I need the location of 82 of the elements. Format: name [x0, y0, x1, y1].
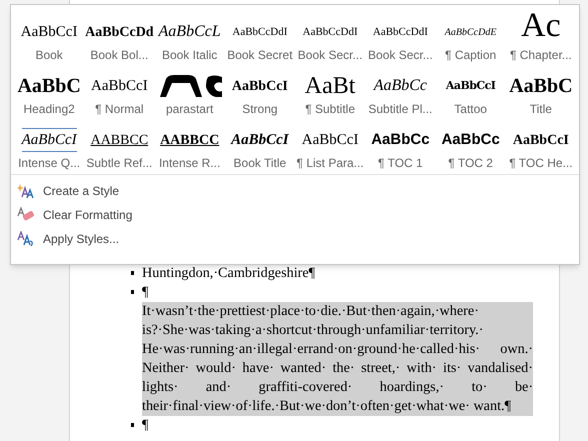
- style-name: Intense R...: [158, 155, 220, 171]
- style-name: Tattoo: [454, 101, 487, 117]
- style-name: ¶ Caption: [445, 47, 496, 63]
- style-preview: AaBbCcI: [446, 78, 496, 94]
- style-preview: AaBbCc: [371, 130, 430, 150]
- style-preview: AaBbC: [17, 74, 81, 99]
- style-preview: AaBbCcI: [91, 76, 148, 96]
- style-tile[interactable]: AaBbCcDdI Book Secret: [224, 11, 295, 65]
- style-tile[interactable]: AaBbCcI Book: [14, 11, 84, 65]
- style-sparkle-icon: [17, 183, 35, 199]
- style-tile[interactable]: AABBCC Intense R...: [154, 119, 225, 173]
- paragraph: Huntingdon,·Cambridgeshire¶: [142, 264, 316, 283]
- style-preview: AABBCC: [90, 132, 148, 150]
- style-name: Book Bol...: [90, 47, 148, 63]
- style-name: ¶ Subtitle: [305, 101, 356, 117]
- style-tile[interactable]: AaBbCcDdI Book Secr...: [365, 11, 436, 65]
- style-tile[interactable]: AaBbCc ¶ TOC 1: [365, 119, 436, 173]
- style-tile[interactable]: AaBbCcI Book Title: [224, 119, 295, 173]
- style-preview: Ac: [521, 13, 561, 39]
- style-tile[interactable]: AaBt ¶ Subtitle: [295, 65, 366, 119]
- style-preview: AaBbCc: [374, 76, 428, 96]
- style-tile[interactable]: AaBbCc Subtitle Pl...: [365, 65, 436, 119]
- style-tile[interactable]: AaBbCcI Strong: [224, 65, 295, 119]
- style-name: ¶ Chapter...: [510, 47, 572, 63]
- style-name: Intense Q...: [18, 155, 80, 171]
- style-name: ¶ TOC He...: [509, 155, 573, 171]
- style-name: Strong: [242, 101, 278, 117]
- style-tile[interactable]: AaBbCcL Book Italic: [154, 11, 225, 65]
- style-preview: AaBt: [304, 72, 356, 101]
- style-preview: AaBbCcI: [232, 78, 288, 96]
- style-name: ¶ TOC 2: [448, 155, 493, 171]
- menu-item[interactable]: Apply Styles...: [17, 228, 579, 250]
- style-tile[interactable]: AaBbCcI ¶ List Para...: [295, 119, 366, 173]
- style-preview: AaBbCcDdI: [302, 24, 358, 40]
- style-preview: AaBbCcI: [231, 130, 289, 150]
- style-tile[interactable]: AaBbC Title: [506, 65, 576, 119]
- style-tile[interactable]: AaBbCcDdE ¶ Caption: [436, 11, 506, 65]
- style-tile[interactable]: AABBCC Subtle Ref...: [84, 119, 154, 173]
- paragraph: ¶: [142, 283, 148, 302]
- style-tile[interactable]: AaBbCcI Intense Q...: [14, 119, 84, 173]
- style-name: Book Secret: [227, 47, 293, 63]
- style-tile[interactable]: AaBbCcI ¶ TOC He...: [506, 119, 576, 173]
- style-preview: AABBCC: [160, 132, 220, 150]
- paragraph: ¶: [142, 416, 148, 435]
- style-name: Subtitle Pl...: [368, 101, 432, 117]
- style-name: Title: [530, 101, 552, 117]
- menu-item[interactable]: Create a Style: [17, 180, 579, 202]
- style-preview: AaBbCcDdI: [232, 24, 288, 40]
- style-name: Book Italic: [162, 47, 218, 63]
- style-name: Book Secr...: [298, 47, 362, 63]
- style-name: Book Title: [234, 155, 286, 171]
- menu-item[interactable]: Clear Formatting: [17, 204, 579, 226]
- style-tile[interactable]: AaBbCc ¶ TOC 2: [436, 119, 506, 173]
- style-name: Heading2: [23, 101, 75, 117]
- large-glyph-drawing: [158, 75, 222, 97]
- style-preview: AaBbCcDd: [85, 24, 154, 42]
- style-name: ¶ List Para...: [296, 155, 364, 171]
- style-name: Book: [35, 47, 63, 63]
- style-preview: AaBbC: [509, 74, 573, 99]
- style-preview: AaBbCc: [441, 130, 500, 150]
- style-tile[interactable]: Ac ¶ Chapter...: [506, 11, 576, 65]
- style-tile[interactable]: AaBbCcI Tattoo: [436, 65, 506, 119]
- style-name: Subtle Ref...: [86, 155, 152, 171]
- apply-styles-icon: [17, 231, 35, 247]
- style-name: ¶ TOC 1: [378, 155, 423, 171]
- style-tile[interactable]: AaBbCcDd Book Bol...: [84, 11, 154, 65]
- style-name: parastart: [166, 101, 214, 117]
- style-name: Book Secr...: [368, 47, 433, 63]
- style-preview: AaBbCcI: [22, 128, 77, 152]
- style-name: ¶ Normal: [95, 101, 144, 117]
- style-preview: AaBbCcDdI: [372, 24, 428, 40]
- style-preview: AaBbCcDdE: [444, 26, 496, 40]
- paragraph: It·wasn’t·the·prettiest·place·to·die.·But·then·again,·where· is?·She·was·taking·a·shortcut·through·unfamiliar·territory.· He·was·running·an·illegal·errand·on·ground·he·called·his· own.· Neither· would· have· wanted· the· street,· with· its· vandalised· lights· and· graffiti-covered· hoardings,· to· be· their·final·view·of·life.·But·we·don’t·often·get·what·we· want.¶: [142, 302, 533, 416]
- style-preview: AaBbCcI: [20, 22, 78, 42]
- style-tile[interactable]: parastart: [154, 65, 225, 119]
- style-preview: AaBbCcL: [158, 22, 221, 42]
- style-preview: AaBbCcI: [512, 132, 569, 150]
- style-tile[interactable]: AaBbCcDdI Book Secr...: [295, 11, 366, 65]
- eraser-icon: [17, 207, 35, 223]
- style-tile[interactable]: AaBbC Heading2: [14, 65, 84, 119]
- style-tile[interactable]: AaBbCcI ¶ Normal: [84, 65, 154, 119]
- style-preview: AaBbCcI: [302, 130, 358, 150]
